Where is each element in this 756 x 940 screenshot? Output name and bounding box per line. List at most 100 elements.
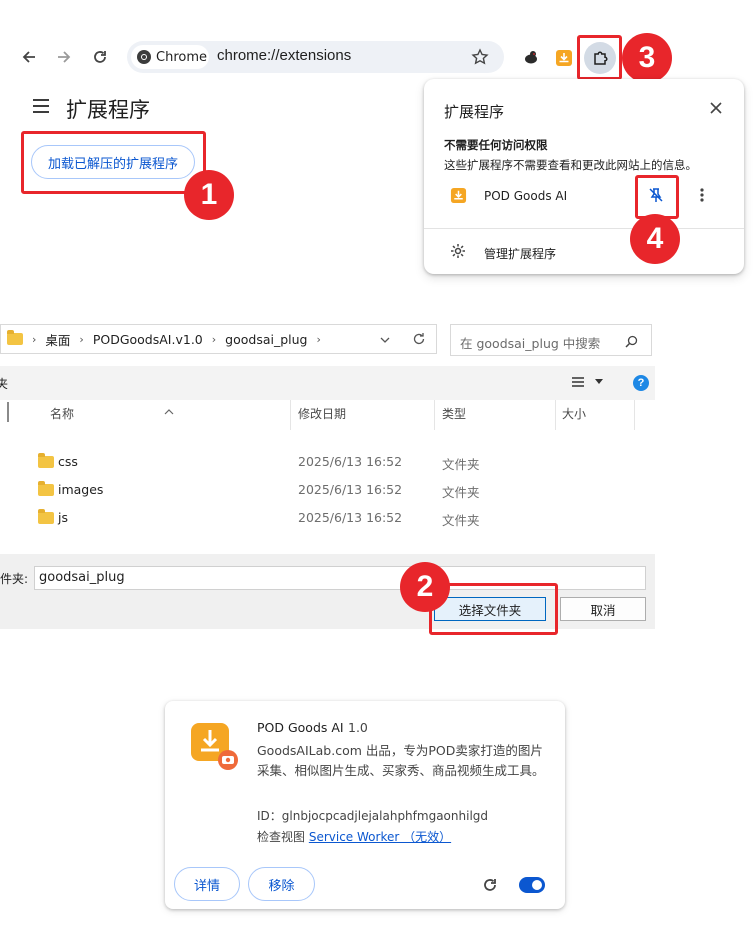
help-icon[interactable]: ? — [633, 375, 649, 391]
row-name: js — [58, 510, 68, 525]
menu-icon[interactable] — [33, 99, 49, 113]
column-divider — [290, 400, 291, 430]
dialog-address-bar[interactable]: › 桌面 › PODGoodsAI.v1.0 › goodsai_plug › — [0, 324, 437, 354]
reload-icon — [484, 879, 496, 891]
close-icon — [710, 102, 722, 114]
forward-arrow-icon — [58, 51, 71, 63]
download-tray-icon — [191, 723, 238, 770]
breadcrumb-item[interactable]: 桌面 — [45, 330, 70, 349]
download-tray-icon — [450, 187, 467, 204]
extension-logo — [191, 723, 239, 771]
manage-icon — [450, 243, 466, 263]
popup-close-button[interactable] — [707, 99, 725, 117]
breadcrumb-item[interactable]: PODGoodsAI.v1.0 — [93, 332, 203, 347]
cancel-button[interactable]: 取消 — [560, 597, 646, 621]
forward-button[interactable] — [50, 43, 78, 71]
reload-extension-button[interactable] — [482, 877, 498, 897]
table-row[interactable]: css 2025/6/13 16:52 文件夹 — [0, 452, 634, 476]
details-button[interactable]: 详情 — [174, 867, 240, 901]
folder-icon — [38, 509, 54, 524]
dialog-search-input[interactable]: 在 goodsai_plug 中搜索 — [450, 324, 652, 356]
extension-description: GoodsAILab.com 出品，专为POD卖家打造的图片采集、相似图片生成、… — [257, 743, 545, 778]
popup-divider — [424, 228, 744, 229]
site-chip-label: Chrome — [156, 49, 207, 65]
manage-extensions-link[interactable]: 管理扩展程序 — [484, 245, 556, 262]
history-dropdown-button[interactable] — [379, 331, 391, 350]
chevron-right-icon: › — [79, 332, 84, 346]
popup-section-heading: 不需要任何访问权限 — [444, 138, 548, 152]
step-marker-1: 1 — [184, 170, 234, 220]
column-header-type[interactable]: 类型 — [442, 405, 466, 422]
download-tray-icon — [556, 50, 572, 66]
table-row[interactable]: images 2025/6/13 16:52 文件夹 — [0, 480, 634, 504]
folder-field-label: 文件夹: — [0, 572, 29, 586]
reload-icon — [94, 51, 106, 63]
extension-version: 1.0 — [348, 720, 368, 735]
extension-more-button[interactable] — [692, 185, 712, 205]
column-divider — [555, 400, 556, 430]
step-marker-4: 4 — [630, 214, 680, 264]
row-modified: 2025/6/13 16:52 — [298, 454, 403, 469]
site-chip[interactable]: Chrome — [131, 45, 209, 69]
chevron-right-icon: › — [211, 332, 217, 346]
back-arrow-icon — [22, 51, 35, 63]
file-list: 名称 修改日期 类型 大小 css 2025/6/13 16:52 文件夹 im… — [0, 400, 655, 554]
bird-extension-icon — [525, 51, 537, 64]
row-type: 文件夹 — [442, 485, 480, 500]
popup-extension-name[interactable]: POD Goods AI — [484, 189, 567, 203]
bookmark-star-button[interactable] — [466, 43, 494, 71]
popup-title: 扩展程序 — [444, 103, 505, 121]
breadcrumb-item[interactable]: goodsai_plug — [225, 332, 307, 347]
chevron-right-icon: › — [32, 332, 37, 346]
highlight-box-4 — [635, 175, 679, 219]
view-options-button[interactable] — [571, 376, 603, 388]
inspect-views-label: 检查视图 — [257, 830, 306, 844]
dialog-command-bar: 夹 ? — [0, 366, 655, 400]
popup-section-description: 这些扩展程序不需要查看和更改此网站上的信息。 — [444, 158, 697, 172]
column-divider — [434, 400, 435, 430]
search-placeholder: 在 goodsai_plug 中搜索 — [460, 336, 601, 351]
folder-picker-dialog: › 桌面 › PODGoodsAI.v1.0 › goodsai_plug › … — [0, 316, 655, 629]
toolbar-extension-pod[interactable] — [550, 44, 578, 72]
list-view-icon — [572, 377, 584, 387]
extension-id: ID：glnbjocpcadjlejalahphfmgaonhilgd — [257, 809, 489, 823]
search-icon — [625, 333, 638, 352]
column-header-name[interactable]: 名称 — [50, 405, 74, 422]
enable-toggle[interactable] — [519, 877, 545, 893]
chevron-right-icon: › — [316, 332, 321, 346]
caret-down-icon — [595, 379, 603, 384]
star-icon — [471, 48, 489, 65]
row-type: 文件夹 — [442, 513, 480, 528]
breadcrumb: › 桌面 › PODGoodsAI.v1.0 › goodsai_plug › — [1, 325, 330, 353]
toolbar-extension-dark[interactable] — [517, 43, 545, 71]
service-worker-link[interactable]: Service Worker （无效） — [309, 830, 451, 844]
back-button[interactable] — [15, 43, 43, 71]
scrollbar-thumb[interactable] — [7, 402, 9, 422]
column-header-size[interactable]: 大小 — [562, 405, 586, 422]
dialog-refresh-button[interactable] — [412, 331, 426, 350]
refresh-icon — [413, 333, 425, 345]
highlight-box-3 — [577, 35, 622, 80]
row-type: 文件夹 — [442, 457, 480, 472]
chevron-down-icon — [380, 337, 390, 343]
extension-card: POD Goods AI 1.0 GoodsAILab.com 出品，专为POD… — [165, 701, 565, 909]
url-text[interactable]: chrome://extensions — [217, 47, 351, 64]
column-header-modified[interactable]: 修改日期 — [298, 405, 346, 422]
cut-off-label: 夹 — [0, 377, 9, 391]
table-row[interactable]: js 2025/6/13 16:52 文件夹 — [0, 508, 634, 532]
folder-icon — [7, 330, 23, 345]
gear-icon — [451, 244, 465, 258]
step-marker-2: 2 — [400, 562, 450, 612]
remove-button[interactable]: 移除 — [248, 867, 315, 901]
sort-caret-icon — [164, 400, 174, 419]
chrome-icon — [137, 50, 151, 64]
popup-extension-icon — [450, 187, 467, 208]
highlight-box-1 — [21, 131, 206, 194]
row-modified: 2025/6/13 16:52 — [298, 482, 403, 497]
extension-name: POD Goods AI — [257, 720, 344, 735]
extensions-popup: 扩展程序 不需要任何访问权限 这些扩展程序不需要查看和更改此网站上的信息。 PO… — [424, 79, 744, 274]
column-divider — [634, 400, 635, 430]
row-name: images — [58, 482, 104, 497]
folder-icon — [38, 481, 54, 496]
reload-button[interactable] — [86, 43, 114, 71]
